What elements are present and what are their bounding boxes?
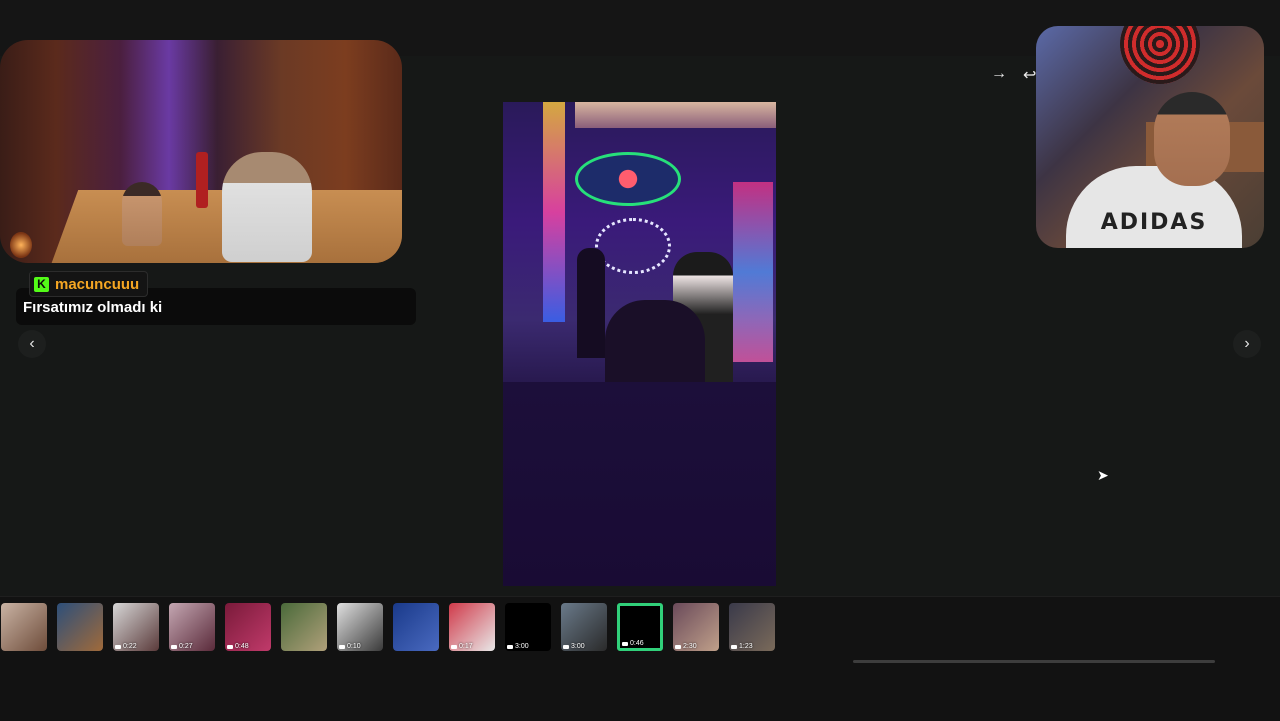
neon-light-right [733,182,773,362]
duration-label: 0:48 [235,643,249,650]
duration-label: 3:00 [571,643,585,650]
shirt-print: ADIDAS [1100,210,1208,235]
person-silhouette [577,248,605,358]
chat-user-badge: K macuncuuu [29,271,149,297]
thumbnail[interactable]: 0:27 [169,603,215,651]
mannequin [122,182,162,246]
duration-label: 0:22 [123,643,137,650]
horizontal-scrollbar[interactable] [853,660,1215,663]
thumbnail[interactable]: 0:22 [113,603,159,651]
thumbnail[interactable]: 3:00 [561,603,607,651]
duration-label: 2:30 [683,643,697,650]
webcam-overlay-left [0,40,402,263]
previous-button[interactable]: ‹ [18,330,46,358]
video-camera-icon [171,644,177,649]
video-camera-icon [675,644,681,649]
seated-figure [605,300,705,390]
video-duration: 0:46 [622,640,644,647]
light-disc [575,152,681,206]
microphone [196,152,208,208]
video-camera-icon [451,644,457,649]
duration-label: 0:27 [179,643,193,650]
ceiling [575,102,776,128]
streamer-face [1154,92,1230,186]
chevron-right-icon: › [1244,335,1250,352]
video-camera-icon [227,644,233,649]
video-duration: 0:48 [227,643,249,650]
neon-light-left [543,102,565,322]
share-button[interactable]: → [991,65,1007,83]
video-camera-icon [115,644,121,649]
reply-button[interactable]: ↩ [1023,65,1036,85]
video-duration: 0:27 [171,643,193,650]
arrow-right-icon: → [991,65,1007,82]
thumbnail[interactable] [393,603,439,651]
video-camera-icon [563,644,569,649]
media-preview[interactable] [503,102,776,586]
lamp [10,232,32,258]
thumbnail[interactable]: 3:00 [505,603,551,651]
video-camera-icon [622,641,628,646]
webcam-overlay-right: ADIDAS [1036,26,1264,248]
thumbnail[interactable]: 0:17 [449,603,495,651]
thumbnail[interactable]: 0:10 [337,603,383,651]
duration-label: 1:23 [739,643,753,650]
target-decoration [1120,26,1200,84]
thumbnail[interactable]: 2:30 [673,603,719,651]
thumbnail[interactable] [1,603,47,651]
video-duration: 3:00 [507,643,529,650]
duration-label: 0:17 [459,643,473,650]
video-duration: 0:22 [115,643,137,650]
video-camera-icon [731,644,737,649]
light-swirl [595,218,671,274]
video-duration: 3:00 [563,643,585,650]
duration-label: 0:46 [630,640,644,647]
kick-icon: K [34,276,49,292]
video-duration: 2:30 [675,643,697,650]
person [222,152,312,262]
thumbnail[interactable] [281,603,327,651]
thumbnail[interactable]: 1:23 [729,603,775,651]
next-button[interactable]: › [1233,330,1261,358]
video-duration: 0:17 [451,643,473,650]
chat-username: macuncuuu [55,275,140,293]
video-duration: 0:10 [339,643,361,650]
dark-foreground [503,382,776,586]
thumbnail[interactable] [57,603,103,651]
duration-label: 3:00 [515,643,529,650]
thumbnail[interactable]: 0:46 [617,603,663,651]
duration-label: 0:10 [347,643,361,650]
arrow-left-icon: ↩ [1023,67,1037,84]
chat-message-text: Fırsatımız olmadı ki [23,299,163,316]
video-camera-icon [507,644,513,649]
video-camera-icon [339,644,345,649]
mouse-cursor: ➤ [1097,467,1109,483]
thumbnail[interactable]: 0:48 [225,603,271,651]
chevron-left-icon: ‹ [29,335,35,352]
video-duration: 1:23 [731,643,753,650]
